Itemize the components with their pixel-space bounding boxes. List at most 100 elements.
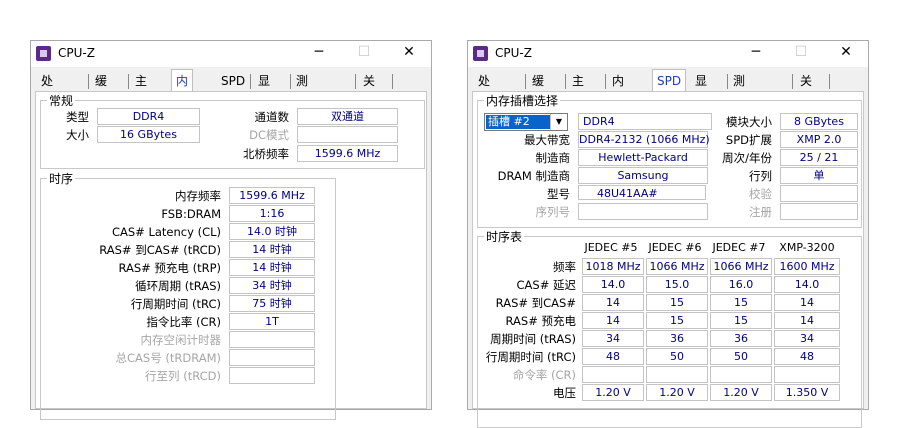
tab-divider [829,74,830,89]
dram-manufacturer-value: Samsung [578,167,708,184]
tab-divider [250,74,251,89]
close-button[interactable]: ✕ [836,44,856,60]
dc-mode-label: DC模式 [249,128,289,142]
tab-processor[interactable]: 处理器 [478,72,490,124]
tab-mainboard[interactable]: 主板 [135,72,147,106]
window-title: CPU-Z [495,46,532,60]
manufacturer-value: Hewlett-Packard [578,149,708,166]
timing-cell: 36 [646,330,708,347]
column-header: XMP-3200 [779,241,835,254]
spd-ext-value: XMP 2.0 [780,131,858,148]
timing-cell [710,366,772,383]
tab-spd[interactable]: SPD [652,69,687,92]
module-size-label: 模块大小 [726,115,772,129]
timing-cell: 16.0 [710,276,772,293]
cpuz-window-memory: CPU-Z ─ ☐ ✕ 处理器 缓存 主板 内存 SPD 显卡 測試分數 关于 … [30,40,432,420]
memory-type-value: DDR4 [97,108,200,125]
nb-frequency-value: 1599.6 MHz [297,145,398,162]
tab-memory[interactable]: 内存 [171,69,194,110]
chevron-down-icon[interactable]: ▼ [550,114,567,130]
nb-frequency-label: 北桥频率 [243,147,289,161]
minimize-button[interactable]: ─ [746,44,766,60]
tab-processor[interactable]: 处理器 [41,72,53,124]
timing-cell: 36 [710,330,772,347]
title-bar[interactable]: CPU-Z ─ ☐ ✕ [31,41,431,67]
timings-group-title: 时序 [47,170,76,187]
timing-cell: 14 [582,312,644,329]
tab-divider [605,74,606,89]
timing-table-title: 时序表 [484,228,525,245]
idle-timer-value [229,331,315,348]
timing-cell: 1.350 V [774,384,840,401]
tab-spd[interactable]: SPD [221,72,245,90]
week-year-value: 25 / 21 [780,149,858,166]
command-rate-value: 1T [229,313,315,330]
cpuz-app-icon [473,46,488,61]
spd-type-value: DDR4 [578,113,712,130]
tab-mainboard[interactable]: 主板 [572,72,584,106]
close-button[interactable]: ✕ [399,44,419,60]
fsb-dram-label: FSB:DRAM [161,207,221,221]
tab-graphics[interactable]: 显卡 [695,72,707,106]
slot-select[interactable]: 插槽 #2 ▼ [484,113,568,131]
week-year-label: 周次/年份 [722,151,772,165]
timing-cell: 48 [582,348,644,365]
timing-row-label: RAS# 预充电 [505,314,576,328]
tab-bench[interactable]: 測試分數 [733,72,745,142]
tab-divider [565,74,566,89]
tras-label: 循环周期 (tRAS) [135,279,221,293]
timing-cell: 14 [774,312,840,329]
general-group: 常规 类型 DDR4 大小 16 GBytes 通道数 双通道 DC模式 北桥频… [40,92,425,169]
spd-ext-label: SPD扩展 [725,133,772,147]
timing-cell: 15.0 [646,276,708,293]
timing-row-label: 周期时间 (tRAS) [490,332,576,346]
dram-frequency-label: 内存频率 [175,189,221,203]
memory-panel: 常规 类型 DDR4 大小 16 GBytes 通道数 双通道 DC模式 北桥频… [35,91,427,420]
channels-label: 通道数 [254,110,290,124]
tras-value: 34 时钟 [229,277,315,294]
minimize-button[interactable]: ─ [309,44,329,60]
timing-row-label: 行周期时间 (tRC) [485,350,576,364]
timing-cell [646,366,708,383]
max-bandwidth-value: DDR4-2132 (1066 MHz) [578,131,710,148]
serial-number-label: 序列号 [535,205,571,219]
tab-graphics[interactable]: 显卡 [258,72,270,106]
tab-divider [88,74,89,89]
tab-caches[interactable]: 缓存 [532,72,544,106]
tab-about[interactable]: 关于 [800,72,812,106]
tab-divider [792,74,793,89]
cas-latency-value: 14.0 时钟 [229,223,315,240]
timing-row-label: RAS# 到CAS# [495,296,576,310]
timing-cell: 1066 MHz [710,258,772,275]
memory-size-value: 16 GBytes [97,126,200,143]
check-label: 校验 [749,187,772,201]
title-bar[interactable]: CPU-Z ─ ☐ ✕ [468,41,868,67]
trdram-label: 总CAS号 (tRDRAM) [115,351,222,365]
trcd-label: RAS# 到CAS# (tRCD) [99,243,221,257]
timing-cell: 1.20 V [710,384,772,401]
max-bandwidth-label: 最大带宽 [524,133,570,147]
tab-memory[interactable]: 内存 [612,72,624,106]
tab-divider [290,74,291,89]
timing-cell [774,366,840,383]
serial-number-value [578,203,708,220]
cpuz-app-icon [36,46,51,61]
idle-timer-label: 内存空闲计时器 [140,333,222,347]
timing-cell: 14.0 [774,276,840,293]
cas-latency-label: CAS# Latency (CL) [111,225,221,239]
tab-bench[interactable]: 測試分數 [296,72,308,142]
timing-cell: 14.0 [582,276,644,293]
registered-label: 注册 [749,205,772,219]
timing-cell: 15 [710,312,772,329]
timing-row-label: 命令率 (CR) [512,368,576,382]
tab-about[interactable]: 关于 [363,72,375,106]
tab-caches[interactable]: 缓存 [95,72,107,106]
trdram-value [229,349,315,366]
timing-row-label: 频率 [553,260,576,274]
trc-label: 行周期时间 (tRC) [130,297,221,311]
channels-value: 双通道 [297,108,398,125]
part-number-label: 型号 [547,187,570,201]
tab-divider [727,74,728,89]
fsb-dram-value: 1:16 [229,205,315,222]
column-header: JEDEC #5 [584,241,638,254]
